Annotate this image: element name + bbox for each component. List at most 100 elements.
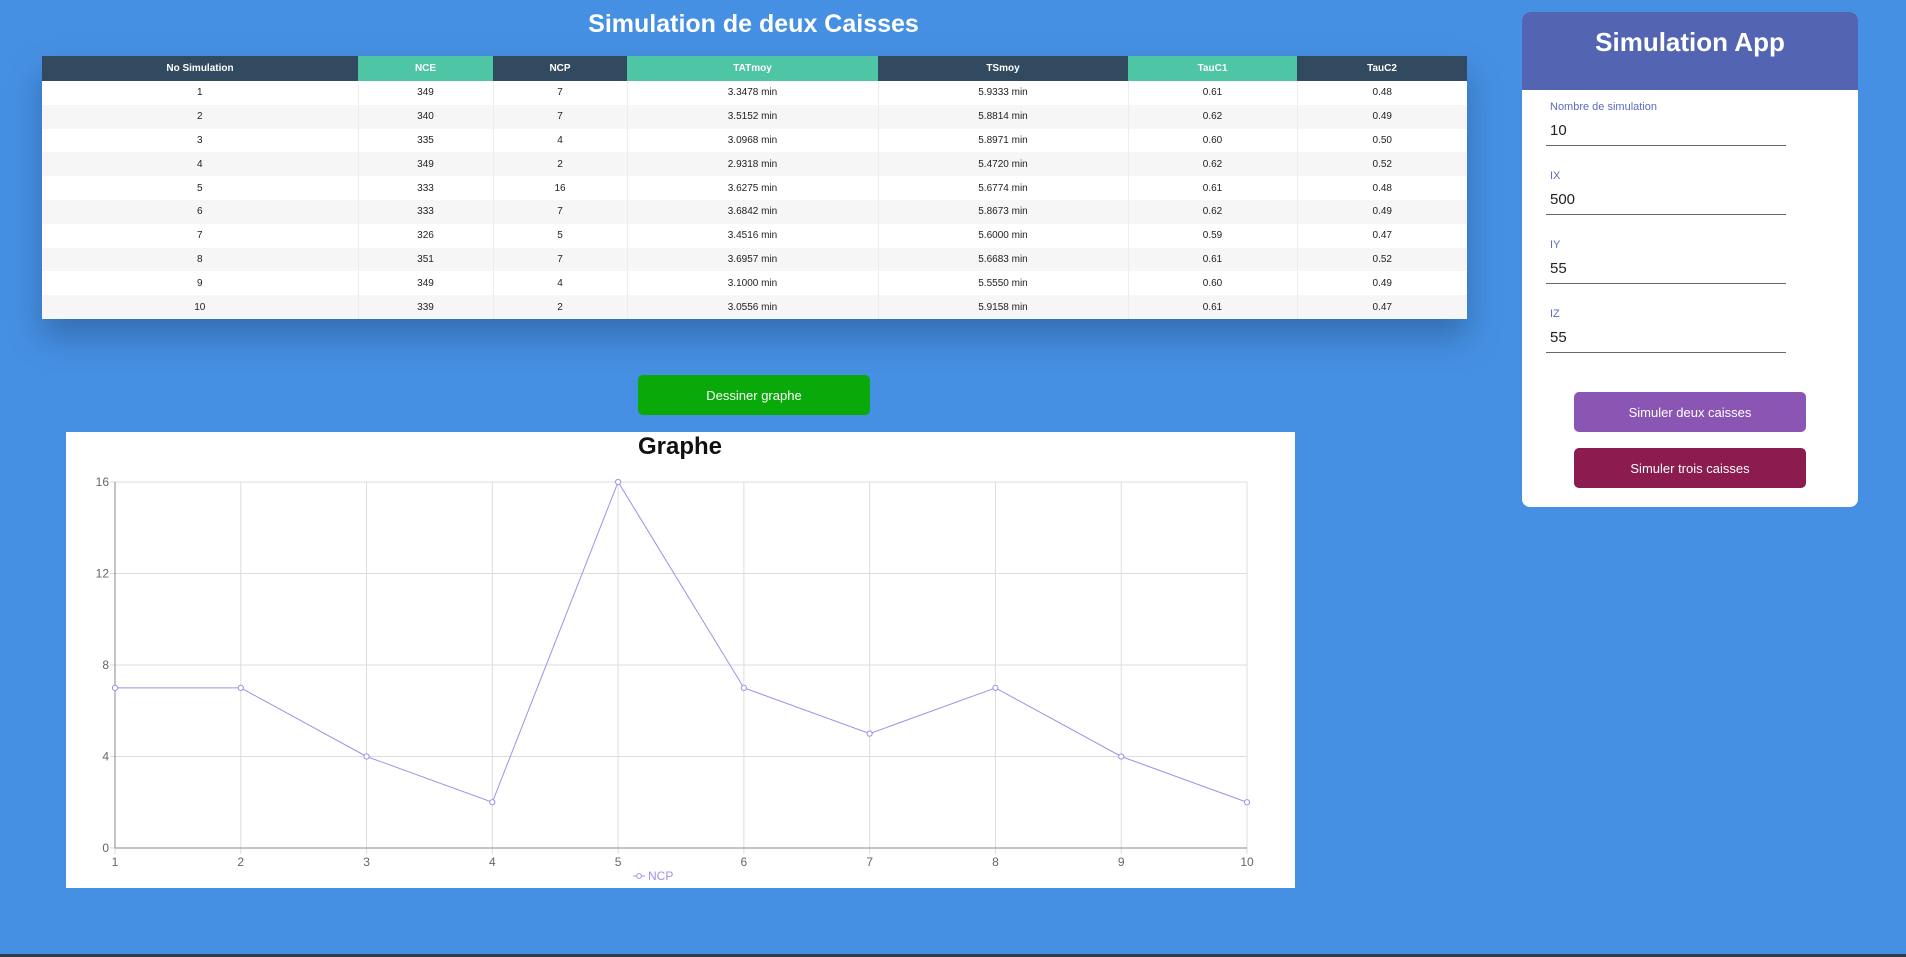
cell-tauc2: 0.49 (1297, 271, 1467, 296)
cell-tauc1: 0.60 (1128, 271, 1298, 296)
cell-tauc1: 0.59 (1128, 223, 1298, 248)
data-point (363, 753, 370, 760)
field-iy: IY (1546, 238, 1786, 284)
results-table: No Simulation NCE NCP TATmoy TSmoy TauC1… (42, 56, 1467, 319)
cell-tauc2: 0.49 (1297, 104, 1467, 129)
cell-tauc2: 0.47 (1297, 223, 1467, 248)
cell-nce: 339 (358, 295, 494, 319)
cell-tauc1: 0.62 (1128, 152, 1298, 177)
header-tauc1: TauC1 (1128, 56, 1297, 81)
cell-nce: 351 (358, 247, 494, 272)
field-label-iz: IZ (1550, 308, 1560, 320)
cell-no-simulation: 8 (42, 247, 359, 272)
table-row: 4 349 2 2.9318 min 5.4720 min 0.62 0.52 (42, 152, 1467, 177)
cell-ncp: 7 (493, 247, 628, 272)
cell-tauc1: 0.60 (1128, 128, 1298, 153)
cell-tauc1: 0.62 (1128, 199, 1298, 224)
y-tick-label: 0 (102, 841, 109, 855)
cell-tatmoy: 3.0556 min (627, 295, 879, 319)
legend-marker-icon (636, 873, 642, 879)
simulation-app-panel: Simulation App Nombre de simulation IX I… (1522, 12, 1858, 507)
header-tauc2: TauC2 (1297, 56, 1467, 81)
table-row: 1 349 7 3.3478 min 5.9333 min 0.61 0.48 (42, 81, 1467, 105)
data-point (111, 684, 119, 691)
cell-nce: 333 (358, 176, 494, 200)
cell-tatmoy: 3.1000 min (627, 271, 879, 296)
table-row: 7 326 5 3.4516 min 5.6000 min 0.59 0.47 (42, 223, 1467, 248)
cell-tatmoy: 3.3478 min (627, 81, 879, 105)
header-tsmoy: TSmoy (878, 56, 1128, 81)
cell-no-simulation: 2 (42, 104, 359, 129)
cell-no-simulation: 9 (42, 271, 359, 296)
table-row: 3 335 4 3.0968 min 5.8971 min 0.60 0.50 (42, 128, 1467, 153)
table-row: 9 349 4 3.1000 min 5.5550 min 0.60 0.49 (42, 271, 1467, 296)
table-row: 5 333 16 3.6275 min 5.6774 min 0.61 0.48 (42, 176, 1467, 200)
cell-ncp: 2 (493, 152, 628, 177)
x-tick-label: 7 (866, 855, 873, 869)
x-tick-label: 3 (363, 855, 370, 869)
nombre-simulation-input[interactable] (1546, 116, 1786, 146)
y-tick-label: 8 (102, 658, 109, 672)
simulate-two-checkouts-button[interactable]: Simuler deux caisses (1574, 392, 1806, 432)
x-tick-label: 10 (1240, 855, 1254, 869)
cell-no-simulation: 5 (42, 176, 359, 200)
legend-label: NCP (648, 869, 673, 883)
table-row: 8 351 7 3.6957 min 5.6683 min 0.61 0.52 (42, 247, 1467, 272)
data-point (1243, 799, 1251, 806)
data-point (866, 730, 873, 737)
simulate-three-checkouts-button[interactable]: Simuler trois caisses (1574, 448, 1806, 488)
cell-ncp: 5 (493, 223, 628, 248)
cell-tatmoy: 3.6275 min (627, 176, 879, 200)
cell-tsmoy: 5.8971 min (878, 128, 1129, 153)
series-line-ncp (115, 480, 1248, 803)
iy-input[interactable] (1546, 254, 1786, 284)
cell-nce: 340 (358, 104, 494, 129)
cell-tauc2: 0.52 (1297, 152, 1467, 177)
cell-ncp: 7 (493, 81, 628, 105)
x-tick-label: 5 (615, 855, 622, 869)
table-row: 10 339 2 3.0556 min 5.9158 min 0.61 0.47 (42, 295, 1467, 319)
cell-no-simulation: 4 (42, 152, 359, 177)
header-tatmoy: TATmoy (627, 56, 878, 81)
table-row: 2 340 7 3.5152 min 5.8814 min 0.62 0.49 (42, 104, 1467, 129)
cell-ncp: 4 (493, 271, 628, 296)
x-tick-label: 8 (992, 855, 999, 869)
cell-no-simulation: 1 (42, 81, 359, 105)
draw-graph-button[interactable]: Dessiner graphe (638, 375, 870, 415)
cell-tsmoy: 5.6000 min (878, 223, 1129, 248)
header-ncp: NCP (493, 56, 627, 81)
data-point (740, 684, 747, 691)
x-tick-label: 6 (741, 855, 748, 869)
cell-ncp: 2 (493, 295, 628, 319)
cell-tauc1: 0.62 (1128, 104, 1298, 129)
chart-panel: Graphe 0 4 8 12 16 1 2 3 4 5 6 7 8 9 10 NCP (66, 432, 1295, 888)
cell-tatmoy: 3.6957 min (627, 247, 879, 272)
cell-tauc2: 0.48 (1297, 81, 1467, 105)
field-iz: IZ (1546, 307, 1786, 353)
cell-nce: 349 (358, 81, 494, 105)
field-label-ix: IX (1550, 170, 1561, 182)
cell-tsmoy: 5.4720 min (878, 152, 1129, 177)
cell-tsmoy: 5.6774 min (878, 176, 1129, 200)
cell-no-simulation: 7 (42, 223, 359, 248)
table-header-row: No Simulation NCE NCP TATmoy TSmoy TauC1… (42, 56, 1467, 81)
cell-tsmoy: 5.6683 min (878, 247, 1129, 272)
cell-tauc2: 0.49 (1297, 199, 1467, 224)
cell-tatmoy: 3.4516 min (627, 223, 879, 248)
cell-tauc2: 0.48 (1297, 176, 1467, 200)
cell-ncp: 7 (493, 199, 628, 224)
x-tick-label: 9 (1118, 855, 1125, 869)
cell-nce: 333 (358, 199, 494, 224)
cell-tauc2: 0.50 (1297, 128, 1467, 153)
field-label-nombre-simulation: Nombre de simulation (1550, 101, 1657, 113)
y-tick-label: 4 (102, 750, 109, 764)
data-point (237, 684, 244, 691)
y-tick-label: 16 (96, 475, 110, 489)
ix-input[interactable] (1546, 185, 1786, 215)
cell-tatmoy: 2.9318 min (627, 152, 879, 177)
cell-nce: 349 (358, 271, 494, 296)
table-body: 1 349 7 3.3478 min 5.9333 min 0.61 0.48 2 340 7 3.… (42, 81, 1467, 319)
header-nce: NCE (358, 56, 493, 81)
cell-tsmoy: 5.5550 min (878, 271, 1129, 296)
iz-input[interactable] (1546, 323, 1786, 353)
